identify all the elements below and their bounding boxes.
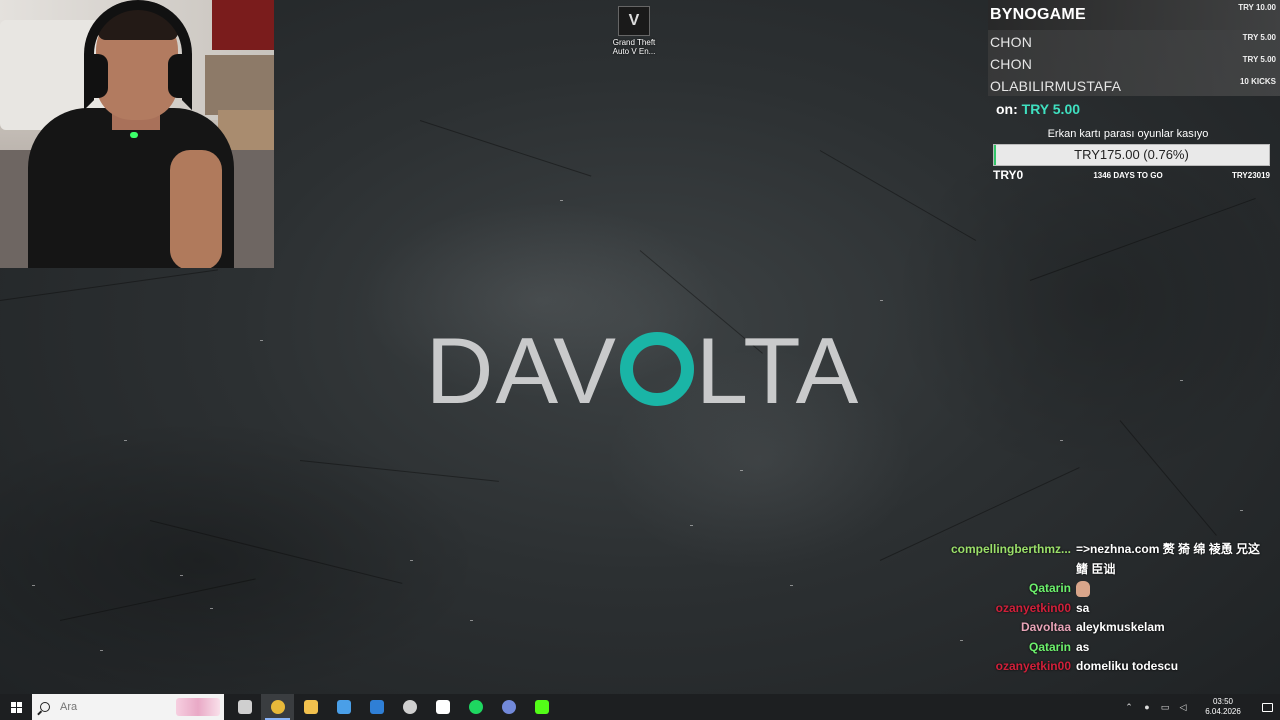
taskbar-app-microsoft-store[interactable] [327,694,360,720]
goal-title: Erkan kartı parası oyunlar kasıyo [1047,128,1209,140]
chat-message: compellingberthmz... =>nezhna.com 赘 猗 绵 祾… [940,540,1270,579]
desktop-icon-label: Grand Theft Auto V En... [612,38,656,56]
network-icon[interactable]: ▭ [1158,694,1172,720]
mail-icon [369,700,384,714]
goal-progress-text: TRY175.00 (0.76%) [1074,147,1189,162]
donor-amount: 10 KICKS [1239,77,1276,86]
taskbar-apps [228,694,558,720]
obs-icon [402,700,417,714]
notification-center-button[interactable] [1254,694,1280,720]
windows-icon [10,701,22,713]
taskbar-clock[interactable]: 03:50 6.04.2026 [1198,697,1248,717]
search-input[interactable] [60,701,170,713]
donor-amount: TRY 5.00 [1242,55,1276,64]
donor-name: BYNOGAME [990,6,1086,23]
start-button[interactable] [0,694,32,720]
goal-max: TRY23019 [1232,171,1270,180]
clock-date: 6.04.2026 [1205,707,1241,716]
task-view-icon [237,700,252,714]
chat-message: Qatarin as [940,638,1270,658]
chat-username: ozanyetkin00 [995,659,1071,673]
chat-username: Qatarin [1028,581,1071,595]
volume-icon[interactable]: ◁ [1176,694,1190,720]
donor-amount: TRY 5.00 [1242,33,1276,42]
chrome-icon [270,700,285,714]
donor-name: CHON [990,34,1033,50]
search-icon [40,702,50,712]
webcam-overlay [0,0,274,268]
chat-message: Qatarin [940,579,1270,599]
kick-icon [534,700,549,714]
taskbar-app-discord[interactable] [492,694,525,720]
taskbar-app-obs[interactable] [393,694,426,720]
spotify-icon [468,700,483,714]
chat-username: compellingberthmz... [950,542,1071,556]
chevron-up-icon[interactable]: ⌃ [1122,694,1136,720]
chat-message: Davoltaa aleykmuskelam [940,618,1270,638]
donation-widget: BYNOGAME TRY 10.00 CHON TRY 5.00 CHON TR… [988,0,1280,190]
chat-username: Qatarin [1028,639,1071,654]
chat-text: =>nezhna.com 赘 猗 绵 祾恿 兄这 鳍 臣诎 [1076,542,1261,576]
file-explorer-icon [303,700,318,714]
chat-message: ozanyetkin00 sa [940,599,1270,619]
search-highlight-image [176,698,220,716]
donor-name: OLABILIRMUSTAFA [990,78,1122,94]
taskbar-app-task-view[interactable] [228,694,261,720]
clock-time: 03:50 [1212,697,1234,706]
chat-username: ozanyetkin00 [995,600,1071,615]
taskbar: ⌃ ● ▭ ◁ 03:50 6.04.2026 [0,694,1280,720]
discord-icon [501,700,516,714]
chat-overlay: compellingberthmz... =>nezhna.com 赘 猗 绵 祾… [940,540,1270,677]
chat-emote-icon [1076,580,1090,597]
logo-o-ring [619,332,694,406]
chat-text: domeliku todescu [1076,659,1179,673]
taskbar-app-chrome[interactable] [261,694,294,720]
chat-username: Davoltaa [1020,620,1071,634]
logo-text-left: DAV [425,318,618,423]
gta-v-icon: V [618,6,650,36]
chat-message: ozanyetkin00 domeliku todescu [940,657,1270,677]
chat-text: as [1076,639,1090,654]
capcut-icon [435,700,450,714]
taskbar-search[interactable] [32,694,224,720]
taskbar-app-capcut[interactable] [426,694,459,720]
microsoft-store-icon [336,700,351,714]
microphone-icon[interactable]: ● [1140,694,1154,720]
taskbar-app-file-explorer[interactable] [294,694,327,720]
latest-donation: on: TRY 5.00 [996,101,1080,117]
gta-v-desktop-shortcut[interactable]: V Grand Theft Auto V En... [606,6,662,56]
taskbar-app-mail[interactable] [360,694,393,720]
donor-row: CHON TRY 5.00 [988,30,1280,52]
chat-text: aleykmuskelam [1076,620,1165,634]
taskbar-app-spotify[interactable] [459,694,492,720]
notification-icon [1261,702,1273,712]
goal-days-left: 1346 DAYS TO GO [1093,171,1163,180]
goal-progress-bar: TRY175.00 (0.76%) [993,144,1270,166]
donor-row: CHON TRY 5.00 [988,52,1280,74]
chat-text [1076,579,1270,599]
latest-donation-prefix: on: [996,101,1018,117]
top-donor-row: BYNOGAME TRY 10.00 [988,0,1280,30]
davolta-logo: DAV LTA [408,318,878,423]
donor-amount: TRY 10.00 [1238,3,1276,12]
donor-name: CHON [990,56,1033,72]
latest-donation-amount: TRY 5.00 [1021,101,1081,117]
donor-row: OLABILIRMUSTAFA 10 KICKS [988,74,1280,96]
taskbar-app-kick[interactable] [525,694,558,720]
logo-text-right: LTA [695,318,861,423]
chat-text: sa [1076,600,1090,615]
system-tray: ⌃ ● ▭ ◁ 03:50 6.04.2026 [1120,694,1280,720]
